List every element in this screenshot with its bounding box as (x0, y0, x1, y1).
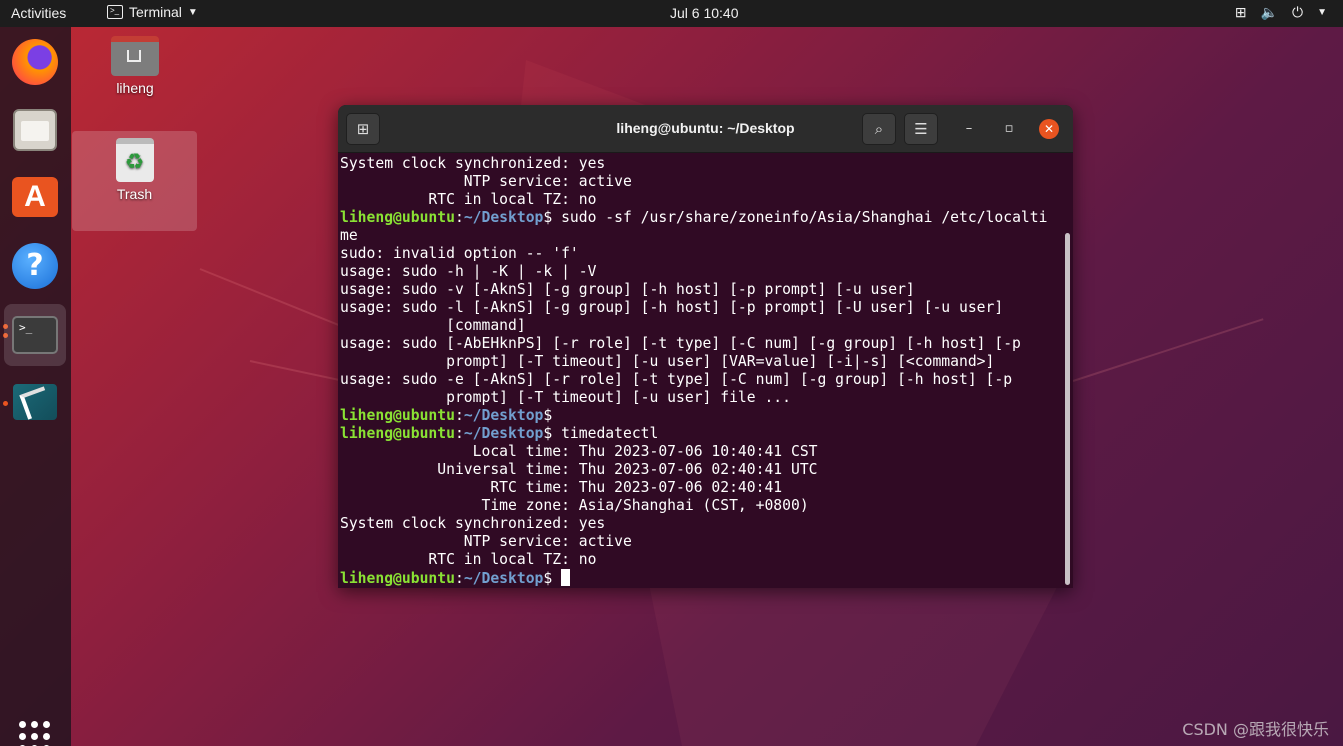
title-bar[interactable]: ⊞ liheng@ubuntu: ~/Desktop ⌕ ☰ – ▫ ✕ (338, 105, 1073, 153)
prompt-user-host: liheng@ubuntu (340, 209, 455, 226)
clock[interactable]: Jul 6 10:40 (670, 5, 739, 21)
prompt-line: liheng@ubuntu:~/Desktop$ timedatectl (340, 425, 659, 442)
power-icon[interactable]: ⏻ (1292, 4, 1303, 22)
output-line: Time zone: Asia/Shanghai (CST, +0800) (340, 497, 809, 514)
prompt-path: ~/Desktop (463, 209, 544, 226)
terminal-output[interactable]: System clock synchronized: yes NTP servi… (340, 155, 1065, 587)
prompt-line: liheng@ubuntu:~/Desktop$ (340, 407, 553, 424)
output-line: prompt] [-T timeout] [-u user] file ... (340, 389, 791, 406)
running-indicator (3, 401, 8, 406)
top-bar: Activities >_ Terminal ▼ Jul 6 10:40 ⊞ 🔈… (0, 0, 1343, 27)
output-line: usage: sudo -h | -K | -k | -V (340, 263, 597, 280)
command-text: sudo -sf /usr/share/zoneinfo/Asia/Shangh… (552, 209, 1048, 226)
command-text: timedatectl (552, 425, 659, 442)
home-folder-icon (111, 36, 159, 76)
output-line: usage: sudo -v [-AknS] [-g group] [-h ho… (340, 281, 915, 298)
minimize-button[interactable]: – (959, 119, 979, 139)
terminal-window[interactable]: ⊞ liheng@ubuntu: ~/Desktop ⌕ ☰ – ▫ ✕ Sys… (338, 105, 1073, 588)
dock-synaptic[interactable] (9, 376, 61, 428)
prompt-user-host: liheng@ubuntu (340, 570, 455, 587)
files-icon (13, 109, 57, 151)
prompt-line: liheng@ubuntu:~/Desktop$ sudo -sf /usr/s… (340, 209, 1048, 226)
chevron-down-icon[interactable]: ▼ (1317, 4, 1327, 22)
prompt-path: ~/Desktop (463, 407, 544, 424)
dock-app-store[interactable]: A (9, 171, 61, 223)
close-button[interactable]: ✕ (1039, 119, 1059, 139)
output-line: Universal time: Thu 2023-07-06 02:40:41 … (340, 461, 818, 478)
output-line: prompt] [-T timeout] [-u user] [VAR=valu… (340, 353, 995, 370)
desktop-trash[interactable]: ♻ Trash (72, 131, 197, 231)
output-line: RTC time: Thu 2023-07-06 02:40:41 (340, 479, 783, 496)
dock-help[interactable]: ? (9, 240, 61, 292)
dock-terminal[interactable]: >_ (4, 304, 66, 366)
search-button[interactable]: ⌕ (862, 113, 896, 145)
activities-button[interactable]: Activities (11, 5, 66, 21)
help-icon: ? (12, 243, 58, 289)
synaptic-icon (13, 384, 57, 420)
dock-files[interactable] (9, 104, 61, 156)
text-cursor (561, 569, 571, 586)
watermark: CSDN @跟我很快乐 (1182, 720, 1329, 739)
output-line: System clock synchronized: yes (340, 515, 606, 532)
menu-button[interactable]: ☰ (904, 113, 938, 145)
output-line: me (340, 227, 358, 244)
trash-label: Trash (116, 186, 153, 202)
command-text (552, 570, 561, 587)
wallpaper-line (1072, 318, 1264, 382)
output-line: System clock synchronized: yes (340, 155, 606, 172)
app-menu[interactable]: >_ Terminal ▼ (107, 4, 198, 20)
output-line: usage: sudo -l [-AknS] [-g group] [-h ho… (340, 299, 1004, 316)
output-line: sudo: invalid option -- 'f' (340, 245, 579, 262)
show-apps-icon[interactable] (19, 721, 51, 746)
volume-icon[interactable]: 🔈 (1261, 4, 1278, 22)
output-line: NTP service: active (340, 533, 632, 550)
output-line: usage: sudo -e [-AknS] [-r role] [-t typ… (340, 371, 1013, 388)
home-folder-label: liheng (116, 80, 154, 96)
network-icon[interactable]: ⊞ (1235, 4, 1247, 22)
output-line: [command] (340, 317, 526, 334)
output-line: RTC in local TZ: no (340, 191, 597, 208)
chevron-down-icon: ▼ (187, 6, 198, 18)
maximize-button[interactable]: ▫ (999, 119, 1019, 139)
terminal-small-icon: >_ (107, 5, 123, 19)
prompt-line: liheng@ubuntu:~/Desktop$ (340, 569, 1065, 587)
prompt-path: ~/Desktop (463, 425, 544, 442)
prompt-path: ~/Desktop (463, 570, 544, 587)
scrollbar[interactable] (1065, 233, 1070, 585)
output-line: RTC in local TZ: no (340, 551, 597, 568)
trash-icon: ♻ (115, 138, 154, 182)
output-line: usage: sudo [-AbEHknPS] [-r role] [-t ty… (340, 335, 1021, 352)
firefox-icon (12, 39, 58, 85)
app-menu-label: Terminal (129, 4, 182, 20)
desktop-home-folder[interactable]: liheng (100, 36, 170, 96)
terminal-icon: >_ (12, 316, 58, 354)
dock: A ? >_ (0, 27, 71, 746)
dock-firefox[interactable] (9, 36, 61, 88)
output-line: Local time: Thu 2023-07-06 10:40:41 CST (340, 443, 818, 460)
prompt-user-host: liheng@ubuntu (340, 425, 455, 442)
output-line: NTP service: active (340, 173, 632, 190)
prompt-user-host: liheng@ubuntu (340, 407, 455, 424)
app-store-icon: A (12, 177, 58, 217)
system-tray[interactable]: ⊞ 🔈 ⏻ ▼ (1235, 4, 1327, 22)
